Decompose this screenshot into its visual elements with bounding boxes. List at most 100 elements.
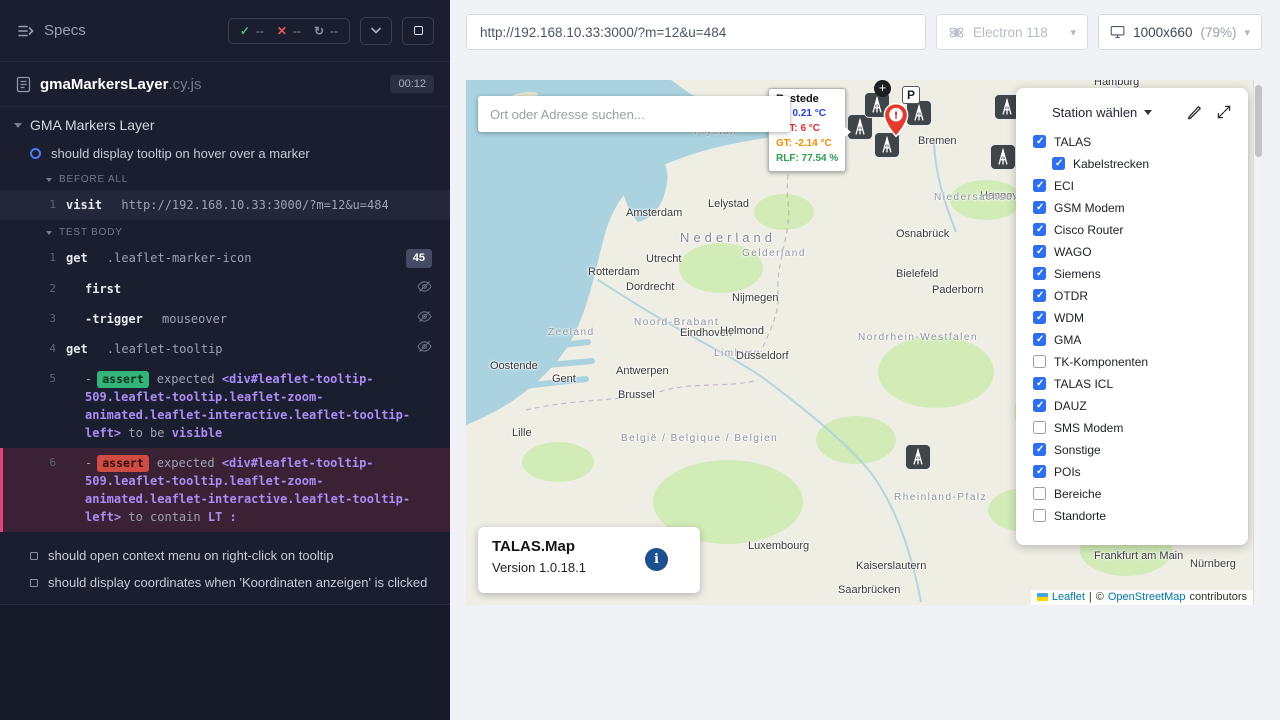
command-assert-failed[interactable]: 6 -assertexpected <div#leaflet-tooltip-5… — [0, 448, 450, 532]
station-marker[interactable] — [905, 444, 931, 470]
specs-menu-icon[interactable] — [16, 22, 34, 40]
test-row-pending[interactable]: should display coordinates when 'Koordin… — [0, 569, 450, 596]
layer-checkbox-row[interactable]: Bereiche — [1033, 485, 1234, 503]
suite-row[interactable]: GMA Markers Layer — [0, 107, 450, 140]
edit-pencil-icon[interactable] — [1186, 104, 1202, 120]
command-number: 3 — [3, 310, 56, 328]
search-input[interactable] — [490, 107, 778, 122]
svg-text:!: ! — [894, 110, 899, 121]
caret-down-icon[interactable] — [46, 178, 52, 182]
checkbox-icon[interactable] — [1033, 421, 1046, 434]
station-panel-title[interactable]: Station wählen — [1052, 105, 1137, 120]
layer-checkbox-row[interactable]: Cisco Router — [1033, 221, 1234, 239]
test-row-pending[interactable]: should open context menu on right-click … — [0, 542, 450, 569]
osm-link[interactable]: OpenStreetMap — [1108, 591, 1186, 603]
layer-checkbox-row[interactable]: Sonstige — [1033, 441, 1234, 459]
layer-checkbox-row[interactable]: GSM Modem — [1033, 199, 1234, 217]
checkbox-icon[interactable] — [1033, 135, 1046, 148]
caret-down-icon[interactable] — [46, 231, 52, 235]
cluster-expand-control[interactable]: + — [874, 80, 891, 97]
tooltip-measurement: GT: -2.14 °C — [776, 136, 838, 151]
eye-slash-icon[interactable] — [417, 280, 432, 293]
passed-icon: ✓ — [240, 24, 250, 38]
checkbox-icon[interactable] — [1033, 223, 1046, 236]
url-bar[interactable]: http://192.168.10.33:3000/?m=12&u=484 — [466, 14, 926, 50]
checkbox-icon[interactable] — [1033, 465, 1046, 478]
layer-checkbox-row[interactable]: Siemens — [1033, 265, 1234, 283]
test-body-section[interactable]: TEST BODY — [0, 220, 450, 243]
layer-checkbox-row[interactable]: SMS Modem — [1033, 419, 1234, 437]
checkbox-icon[interactable] — [1033, 377, 1046, 390]
scrollbar-thumb[interactable] — [1255, 85, 1262, 157]
checkbox-icon[interactable] — [1033, 289, 1046, 302]
browser-selector[interactable]: Electron 118 ▾ — [936, 14, 1088, 50]
layer-label: SMS Modem — [1054, 421, 1123, 435]
alert-marker[interactable]: ! — [882, 102, 910, 138]
command-number: 2 — [3, 280, 56, 298]
pending-count: -- — [330, 24, 338, 38]
chevron-down-icon: ▾ — [1244, 26, 1250, 39]
specs-label[interactable]: Specs — [44, 22, 86, 39]
checkbox-icon[interactable] — [1033, 201, 1046, 214]
checkbox-icon[interactable] — [1033, 179, 1046, 192]
layer-checkbox-row[interactable]: WDM — [1033, 309, 1234, 327]
checkbox-icon[interactable] — [1033, 333, 1046, 346]
checkbox-icon[interactable] — [1033, 355, 1046, 368]
layer-checkbox-row[interactable]: Kabelstrecken — [1052, 155, 1234, 173]
leaflet-map[interactable]: Hamburg Bremen Hannover Niedersachsen Fr… — [466, 80, 1262, 605]
station-marker[interactable] — [990, 144, 1016, 170]
layer-label: Bereiche — [1054, 487, 1101, 501]
checkbox-icon[interactable] — [1033, 245, 1046, 258]
viewport-selector[interactable]: 1000x660 (79%) ▾ — [1098, 14, 1262, 50]
before-all-section[interactable]: BEFORE ALL — [0, 167, 450, 190]
info-icon[interactable]: i — [645, 548, 668, 571]
layer-checkbox-row[interactable]: OTDR — [1033, 287, 1234, 305]
stop-button[interactable] — [402, 17, 434, 45]
parking-icon: P — [907, 88, 915, 102]
plus-icon: + — [879, 80, 887, 95]
collapse-button[interactable] — [360, 17, 392, 45]
command-first[interactable]: 2 first — [0, 274, 450, 304]
expand-icon[interactable] — [1216, 104, 1232, 120]
test-stats: ✓-- ✕-- ↻-- — [228, 18, 350, 44]
command-get-tooltip[interactable]: 4 get .leaflet-tooltip — [0, 334, 450, 364]
map-attribution: Leaflet | © OpenStreetMap contributors — [1031, 590, 1253, 605]
layer-checkbox-row[interactable]: WAGO — [1033, 243, 1234, 261]
command-name: -trigger — [85, 312, 143, 326]
layer-checkbox-row[interactable]: DAUZ — [1033, 397, 1234, 415]
caret-down-icon[interactable] — [14, 123, 22, 128]
layer-checkbox-row[interactable]: ECI — [1033, 177, 1234, 195]
checkbox-icon[interactable] — [1033, 443, 1046, 456]
parking-marker[interactable]: P — [902, 86, 920, 104]
map-place-label: Nijmegen — [732, 292, 778, 304]
layer-checkbox-row[interactable]: Standorte — [1033, 507, 1234, 525]
layer-checkbox-row[interactable]: TK-Komponenten — [1033, 353, 1234, 371]
command-name: first — [85, 282, 121, 296]
checkbox-icon[interactable] — [1033, 399, 1046, 412]
layer-checkbox-row[interactable]: TALAS — [1033, 133, 1234, 151]
checkbox-icon[interactable] — [1033, 487, 1046, 500]
layer-checkbox-row[interactable]: TALAS ICL — [1033, 375, 1234, 393]
command-get[interactable]: 1 get .leaflet-marker-icon 45 — [0, 243, 450, 274]
eye-slash-icon[interactable] — [417, 310, 432, 323]
spec-file-row[interactable]: gmaMarkersLayer.cy.js 00:12 — [0, 62, 450, 107]
leaflet-link[interactable]: Leaflet — [1052, 591, 1085, 603]
ukraine-flag-icon — [1037, 593, 1048, 601]
command-visit[interactable]: 1 visit http://192.168.10.33:3000/?m=12&… — [0, 190, 450, 220]
eye-slash-icon[interactable] — [417, 340, 432, 353]
map-place-label: Lelystad — [708, 198, 749, 210]
layer-label: WDM — [1054, 311, 1084, 325]
map-place-label: Osnabrück — [896, 228, 949, 240]
checkbox-icon[interactable] — [1033, 311, 1046, 324]
command-trigger[interactable]: 3 -trigger mouseover — [0, 304, 450, 334]
layer-label: Kabelstrecken — [1073, 157, 1149, 171]
layer-checkbox-row[interactable]: GMA — [1033, 331, 1234, 349]
command-assert-passed[interactable]: 5 -assertexpected <div#leaflet-tooltip-5… — [0, 364, 450, 448]
layer-checkbox-row[interactable]: POIs — [1033, 463, 1234, 481]
layer-label: OTDR — [1054, 289, 1088, 303]
checkbox-icon[interactable] — [1052, 157, 1065, 170]
checkbox-icon[interactable] — [1033, 267, 1046, 280]
checkbox-icon[interactable] — [1033, 509, 1046, 522]
test-row-active[interactable]: should display tooltip on hover over a m… — [0, 140, 450, 167]
chevron-down-icon[interactable] — [1144, 110, 1152, 115]
